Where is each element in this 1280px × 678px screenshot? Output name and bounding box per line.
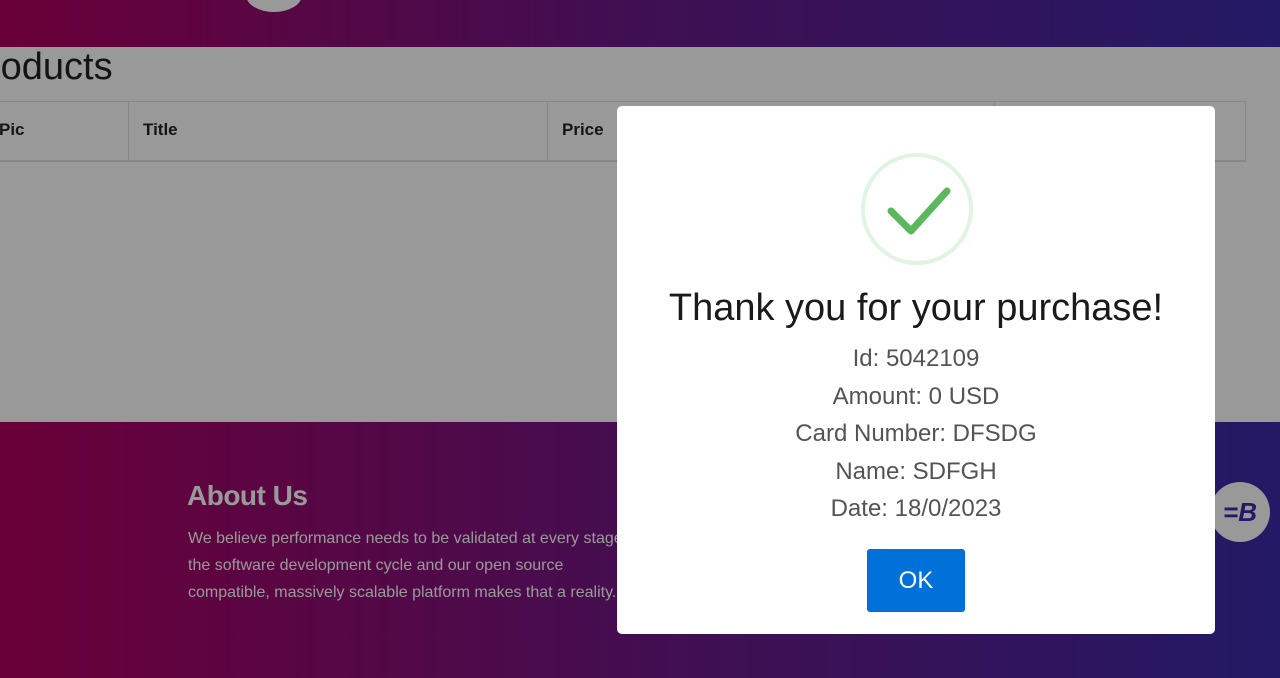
purchase-details: Id: 5042109 Amount: 0 USD Card Number: D… [617,340,1215,528]
purchase-date: Date: 18/0/2023 [830,495,1002,522]
purchase-name: Name: SDFGH [835,457,997,485]
purchase-id: Id: 5042109 [852,345,980,372]
page: roducts Pic Title Price x About Us We be… [0,0,1280,678]
dialog-title: Thank you for your purchase! [668,287,1164,329]
ok-button[interactable]: OK [867,549,965,612]
purchase-confirmation-dialog: Thank you for your purchase! Id: 5042109… [617,106,1215,634]
check-icon [887,187,951,235]
success-icon [861,153,973,265]
purchase-card-number: Card Number: DFSDG [795,420,1037,447]
purchase-amount: Amount: 0 USD [832,382,1000,410]
